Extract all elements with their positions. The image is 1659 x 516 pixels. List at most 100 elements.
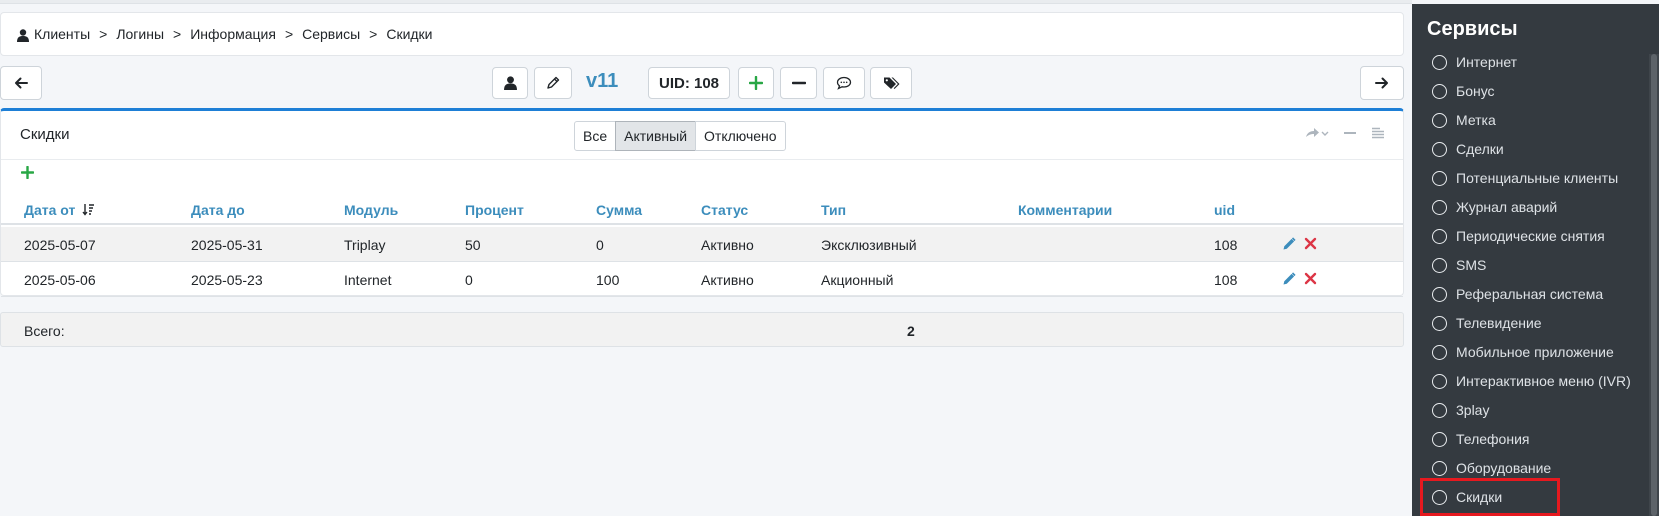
- radio-icon: [1432, 402, 1447, 418]
- edit-icon[interactable]: [1282, 272, 1296, 289]
- table-header: Дата от Дата до Модуль Процент Сумма Ста…: [1, 195, 1403, 225]
- edit-login-button[interactable]: [534, 67, 572, 99]
- edit-icon[interactable]: [1282, 237, 1296, 254]
- plus-icon: [749, 76, 763, 90]
- sidebar-item[interactable]: Интерактивное меню (IVR): [1432, 370, 1631, 392]
- delete-icon[interactable]: [1304, 237, 1317, 254]
- remove-button[interactable]: [780, 67, 817, 99]
- sidebar-item-label: Телевидение: [1456, 315, 1542, 331]
- sidebar-item[interactable]: 3play: [1432, 399, 1489, 421]
- sidebar-item[interactable]: Интернет: [1432, 51, 1517, 73]
- status-filter: Все Активный Отключено: [574, 121, 786, 151]
- cell-uid: 108: [1214, 237, 1238, 253]
- delete-icon[interactable]: [1304, 272, 1317, 289]
- services-sidebar: Сервисы Интернет Бонус Метка Сделки Потенциа…: [1412, 4, 1659, 516]
- row-actions: [1282, 272, 1317, 289]
- card-title: Скидки: [20, 126, 70, 143]
- cell-status: Активно: [701, 237, 754, 253]
- col-module[interactable]: Модуль: [344, 202, 398, 218]
- minus-icon: [791, 81, 806, 85]
- breadcrumb-services[interactable]: Сервисы: [302, 26, 360, 42]
- filter-all[interactable]: Все: [574, 121, 617, 151]
- totals-bar: Всего: 2: [0, 312, 1404, 347]
- add-button[interactable]: [738, 67, 774, 99]
- collapse-icon[interactable]: [1343, 126, 1357, 143]
- scrollbar-thumb[interactable]: [1651, 54, 1657, 516]
- sidebar-item-label: Интернет: [1456, 54, 1518, 70]
- sidebar-scrollbar[interactable]: [1649, 54, 1659, 516]
- cell-date-from: 2025-05-07: [24, 237, 96, 253]
- radio-icon: [1432, 170, 1447, 186]
- cell-percent: 50: [465, 237, 481, 253]
- sidebar-item[interactable]: SMS: [1432, 254, 1486, 276]
- col-uid[interactable]: uid: [1214, 202, 1235, 218]
- cell-module: Triplay: [344, 237, 386, 253]
- sort-icon: [82, 204, 95, 216]
- back-button[interactable]: [0, 66, 42, 100]
- radio-icon: [1432, 112, 1447, 128]
- cell-sum: 100: [596, 272, 620, 288]
- col-sum[interactable]: Сумма: [596, 202, 642, 218]
- col-percent[interactable]: Процент: [465, 202, 524, 218]
- cell-percent: 0: [465, 272, 473, 288]
- sidebar-item-label: Интерактивное меню (IVR): [1456, 373, 1631, 389]
- sidebar-item-label: 3play: [1456, 402, 1490, 418]
- sidebar-item-label: Оборудование: [1456, 460, 1552, 476]
- sidebar-item-label: Периодические снятия: [1456, 228, 1605, 244]
- forward-button[interactable]: [1360, 66, 1404, 100]
- col-date-from[interactable]: Дата от: [24, 202, 95, 218]
- sidebar-item[interactable]: Сделки: [1432, 138, 1504, 160]
- sidebar-item-label: Телефония: [1456, 431, 1530, 447]
- toolbar: v11 UID: 108: [0, 66, 1404, 102]
- breadcrumb-info[interactable]: Информация: [190, 26, 276, 42]
- radio-icon: [1432, 199, 1447, 215]
- comment-button[interactable]: [823, 67, 865, 99]
- add-discount-button[interactable]: [20, 165, 35, 182]
- filter-disabled[interactable]: Отключено: [695, 121, 786, 151]
- sidebar-item[interactable]: Потенциальные клиенты: [1432, 167, 1618, 189]
- cell-date-to: 2025-05-23: [191, 272, 263, 288]
- col-comments[interactable]: Комментарии: [1018, 202, 1112, 218]
- cell-date-from: 2025-05-06: [24, 272, 96, 288]
- sidebar-item-label: Потенциальные клиенты: [1456, 170, 1619, 186]
- sidebar-item-label: Мобильное приложение: [1456, 344, 1614, 360]
- sidebar-item[interactable]: Мобильное приложение: [1432, 341, 1614, 363]
- comment-icon: [836, 76, 852, 90]
- sidebar-item-label: Метка: [1456, 112, 1496, 128]
- sidebar-item[interactable]: Журнал аварий: [1432, 196, 1557, 218]
- col-type[interactable]: Тип: [821, 202, 846, 218]
- sidebar-item[interactable]: Реферальная система: [1432, 283, 1603, 305]
- breadcrumb-discounts: Скидки: [386, 26, 433, 42]
- radio-icon: [1432, 315, 1447, 331]
- breadcrumb: Клиенты > Логины > Информация > Сервисы …: [0, 12, 1404, 56]
- sidebar-item[interactable]: Бонус: [1432, 80, 1495, 102]
- filter-active[interactable]: Активный: [615, 121, 697, 151]
- col-date-to[interactable]: Дата до: [191, 202, 245, 218]
- sidebar-item[interactable]: Периодические снятия: [1432, 225, 1605, 247]
- list-icon[interactable]: [1371, 126, 1385, 143]
- tags-button[interactable]: [870, 67, 912, 99]
- cell-status: Активно: [701, 272, 754, 288]
- share-icon[interactable]: [1305, 126, 1329, 143]
- radio-icon: [1432, 286, 1447, 302]
- sidebar-item[interactable]: Метка: [1432, 109, 1496, 131]
- cell-type: Эксклюзивный: [821, 237, 917, 253]
- card-divider: [1, 159, 1403, 160]
- sidebar-item[interactable]: Оборудование: [1432, 457, 1551, 479]
- breadcrumb-logins[interactable]: Логины: [116, 26, 164, 42]
- breadcrumb-clients[interactable]: Клиенты: [34, 26, 90, 42]
- arrow-left-icon: [15, 77, 28, 89]
- sidebar-item[interactable]: Телевидение: [1432, 312, 1542, 334]
- col-status[interactable]: Статус: [701, 202, 748, 218]
- card-tools: [1305, 126, 1385, 143]
- cell-uid: 108: [1214, 272, 1238, 288]
- sidebar-item[interactable]: Телефония: [1432, 428, 1529, 450]
- breadcrumb-sep: >: [369, 26, 378, 42]
- version-label: v11: [586, 70, 619, 92]
- profile-button[interactable]: [492, 67, 528, 99]
- sidebar-item-label: Реферальная система: [1456, 286, 1604, 302]
- cell-sum: 0: [596, 237, 604, 253]
- uid-badge: UID: 108: [648, 67, 730, 99]
- breadcrumb-sep: >: [99, 26, 108, 42]
- breadcrumb-sep: >: [173, 26, 182, 42]
